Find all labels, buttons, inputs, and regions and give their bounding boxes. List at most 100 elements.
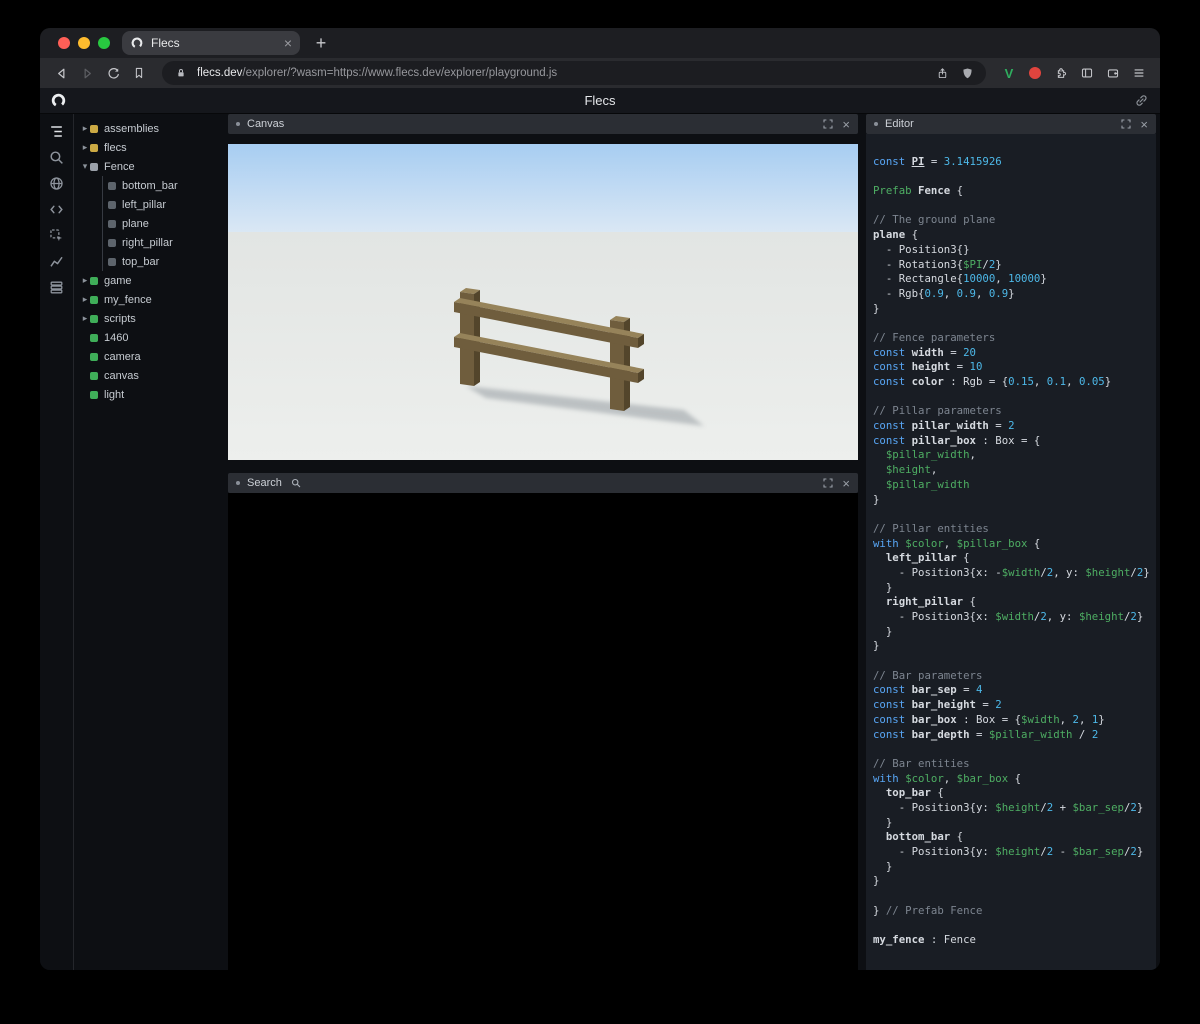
sidebar-toggle-icon[interactable] — [1076, 62, 1098, 84]
tree-item-bottom_bar[interactable]: bottom_bar — [74, 176, 222, 195]
entity-color-swatch — [90, 163, 98, 171]
collapse-arrow-icon[interactable]: ▾ — [80, 161, 90, 172]
expand-arrow-icon[interactable]: ▸ — [80, 275, 90, 286]
browser-tab-flecs[interactable]: Flecs × — [122, 31, 300, 55]
code-line: const bar_box : Box = {$width, 2, 1} — [873, 713, 1156, 728]
extensions-puzzle-icon[interactable] — [1050, 62, 1072, 84]
script-editor[interactable]: const PI = 3.1415926 Prefab Fence { // T… — [866, 134, 1156, 970]
expand-arrow-icon[interactable]: ▸ — [80, 123, 90, 134]
code-line: - Rectangle{10000, 10000} — [873, 272, 1156, 287]
rows-icon[interactable] — [48, 279, 65, 296]
code-line: - Position3{x: -$width/2, y: $height/2} — [873, 566, 1156, 581]
search-close-icon[interactable]: × — [842, 477, 850, 490]
tree-item-right_pillar[interactable]: right_pillar — [74, 233, 222, 252]
menu-icon[interactable] — [1128, 62, 1150, 84]
code-line: } — [873, 493, 1156, 508]
code-line: left_pillar { — [873, 551, 1156, 566]
entity-color-swatch — [108, 258, 116, 266]
editor-close-icon[interactable]: × — [1140, 118, 1148, 131]
tree-item-top_bar[interactable]: top_bar — [74, 252, 222, 271]
code-line — [873, 316, 1156, 331]
tree-item-game[interactable]: ▸ game — [74, 271, 222, 290]
tree-item-Fence[interactable]: ▾Fence — [74, 157, 222, 176]
tree-item-scripts[interactable]: ▸scripts — [74, 309, 222, 328]
entity-color-swatch — [90, 277, 98, 285]
canvas-expand-icon[interactable] — [823, 119, 833, 129]
tree-item-light[interactable]: light — [74, 385, 222, 404]
search-icon[interactable] — [48, 149, 65, 166]
tree-item-label: 1460 — [104, 332, 128, 344]
inspect-icon[interactable] — [48, 227, 65, 244]
code-line: $pillar_width — [873, 478, 1156, 493]
tree-item-left_pillar[interactable]: left_pillar — [74, 195, 222, 214]
code-line: const color : Rgb = {0.15, 0.1, 0.05} — [873, 375, 1156, 390]
entity-color-swatch — [108, 239, 116, 247]
code-icon[interactable] — [48, 201, 65, 218]
tree-item-my_fence[interactable]: ▸ my_fence — [74, 290, 222, 309]
tree-item-label: left_pillar — [122, 199, 166, 211]
tree-item-1460[interactable]: 1460 — [74, 328, 222, 347]
expand-arrow-icon[interactable]: ▸ — [80, 294, 90, 305]
code-line: const bar_sep = 4 — [873, 683, 1156, 698]
code-line: right_pillar { — [873, 595, 1156, 610]
back-button[interactable] — [50, 62, 72, 84]
tree-connector-line — [102, 233, 103, 252]
browser-toolbar: flecs.dev/explorer/?wasm=https://www.fle… — [40, 58, 1160, 88]
share-link-icon[interactable] — [1134, 93, 1150, 109]
tree-item-flecs[interactable]: ▸ flecs — [74, 138, 222, 157]
stats-icon[interactable] — [48, 253, 65, 270]
search-panel-header: Search × — [228, 473, 858, 493]
wallet-icon[interactable] — [1102, 62, 1124, 84]
url-path: /explorer/?wasm=https://www.flecs.dev/ex… — [242, 67, 557, 79]
tree-item-label: camera — [104, 351, 141, 363]
canvas-close-icon[interactable]: × — [842, 118, 850, 131]
code-line: with $color, $bar_box { — [873, 772, 1156, 787]
shield-icon[interactable] — [958, 64, 976, 82]
hierarchy-icon[interactable] — [48, 123, 65, 140]
close-window-button[interactable] — [58, 37, 70, 49]
entity-color-swatch — [90, 315, 98, 323]
tree-connector-line — [102, 176, 103, 195]
tree-item-camera[interactable]: camera — [74, 347, 222, 366]
panel-dot-icon — [874, 122, 878, 126]
canvas-3d-viewport[interactable] — [228, 144, 858, 460]
world-icon[interactable] — [48, 175, 65, 192]
entity-color-swatch — [108, 220, 116, 228]
reload-button[interactable] — [102, 62, 124, 84]
minimize-window-button[interactable] — [78, 37, 90, 49]
tree-item-label: my_fence — [104, 294, 152, 306]
tree-item-label: game — [104, 275, 132, 287]
code-line: Prefab Fence { — [873, 184, 1156, 199]
search-expand-icon[interactable] — [823, 478, 833, 488]
flecs-favicon-icon — [130, 36, 144, 50]
url-text: flecs.dev/explorer/?wasm=https://www.fle… — [197, 67, 926, 79]
tree-item-label: flecs — [104, 142, 127, 154]
code-line: bottom_bar { — [873, 830, 1156, 845]
flecs-explorer-app: Flecs — [40, 88, 1160, 970]
flecs-logo-icon[interactable] — [50, 92, 67, 109]
expand-arrow-icon[interactable]: ▸ — [80, 142, 90, 153]
address-bar[interactable]: flecs.dev/explorer/?wasm=https://www.fle… — [162, 61, 986, 85]
tree-item-label: right_pillar — [122, 237, 173, 249]
code-line: // Fence parameters — [873, 331, 1156, 346]
desktop-background: Flecs × + flecs.dev/explor — [0, 0, 1200, 1024]
panel-dot-icon — [236, 122, 240, 126]
editor-expand-icon[interactable] — [1121, 119, 1131, 129]
extension-red-icon[interactable] — [1024, 62, 1046, 84]
entity-color-swatch — [108, 182, 116, 190]
expand-arrow-icon[interactable]: ▸ — [80, 313, 90, 324]
new-tab-button[interactable]: + — [310, 33, 332, 54]
forward-button[interactable] — [76, 62, 98, 84]
share-icon[interactable] — [933, 64, 951, 82]
tree-item-canvas[interactable]: canvas — [74, 366, 222, 385]
zoom-window-button[interactable] — [98, 37, 110, 49]
code-line: - Rotation3{$PI/2} — [873, 258, 1156, 273]
code-line — [873, 140, 1156, 155]
bookmark-icon[interactable] — [128, 62, 150, 84]
tab-close-icon[interactable]: × — [284, 36, 292, 50]
code-line: // Pillar entities — [873, 522, 1156, 537]
tree-item-plane[interactable]: plane — [74, 214, 222, 233]
code-line: } — [873, 625, 1156, 640]
tree-item-assemblies[interactable]: ▸assemblies — [74, 119, 222, 138]
extension-v-icon[interactable]: V — [998, 62, 1020, 84]
